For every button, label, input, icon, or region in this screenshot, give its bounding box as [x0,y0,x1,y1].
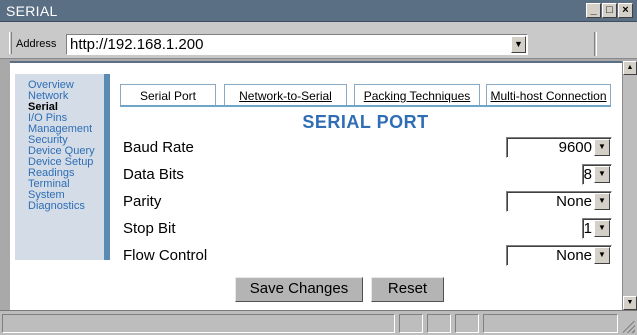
chevron-down-icon[interactable]: ▼ [594,193,610,210]
save-changes-button[interactable]: Save Changes [235,277,363,302]
status-panel [399,314,423,333]
minimize-icon[interactable]: _ [586,3,601,18]
chevron-down-icon[interactable]: ▼ [511,36,526,53]
reset-button[interactable]: Reset [371,277,444,302]
address-toolbar: Address http://192.168.1.200 ▼ [0,22,637,59]
baud-rate-select[interactable]: 9600 ▼ [506,137,612,158]
stop-bit-value: 1 [583,220,592,237]
maximize-icon[interactable]: □ [602,3,617,18]
chevron-down-icon[interactable]: ▼ [594,139,610,156]
parity-select[interactable]: None ▼ [506,191,612,212]
chevron-down-icon[interactable]: ▼ [594,220,610,237]
flow-control-value: None [556,247,592,264]
toolbar-grip[interactable] [9,32,12,54]
tab-multi-host-connection[interactable]: Multi-host Connection [486,84,611,106]
baud-rate-value: 9600 [558,139,592,156]
vertical-scrollbar[interactable]: ▲ ▼ [622,61,637,310]
resize-grip-icon[interactable] [623,321,635,333]
data-bits-label: Data Bits [123,166,184,183]
tab-packing-techniques[interactable]: Packing Techniques [354,84,480,106]
data-bits-value: 8 [583,166,592,183]
page-title: SERIAL PORT [302,112,429,132]
status-panel-zone [483,314,618,333]
flow-control-select[interactable]: None ▼ [506,245,612,266]
stop-bit-label: Stop Bit [123,220,176,237]
status-panel-main [2,314,395,333]
baud-rate-label: Baud Rate [123,139,194,156]
window-controls: _ □ × [586,3,633,18]
chevron-down-icon[interactable]: ▼ [594,166,610,183]
chevron-down-icon[interactable]: ▼ [594,247,610,264]
flow-control-label: Flow Control [123,247,208,264]
tab-serial-port[interactable]: Serial Port [120,84,216,106]
status-panel [455,314,479,333]
tab-underline [120,105,611,107]
sidebar-nav: Overview Network Serial I/O Pins Managem… [15,74,110,260]
close-icon[interactable]: × [618,3,633,18]
status-panel [427,314,451,333]
data-bits-select[interactable]: 8 ▼ [582,164,612,185]
tab-bar: Serial Port Network-to-Serial Packing Te… [120,84,611,106]
tab-network-to-serial[interactable]: Network-to-Serial [224,84,347,106]
parity-value: None [556,193,592,210]
address-input[interactable]: http://192.168.1.200 ▼ [66,34,528,55]
address-url: http://192.168.1.200 [70,36,204,53]
window-title: SERIAL [6,3,58,19]
toolbar-separator [594,32,597,56]
scroll-down-icon[interactable]: ▼ [623,296,637,310]
stop-bit-select[interactable]: 1 ▼ [582,218,612,239]
parity-label: Parity [123,193,162,210]
window-titlebar[interactable]: SERIAL _ □ × [0,0,637,22]
sidebar-item-diagnostics[interactable]: Diagnostics [28,201,104,212]
address-label: Address [16,38,57,50]
status-bar [0,310,637,335]
scroll-up-icon[interactable]: ▲ [623,61,637,75]
